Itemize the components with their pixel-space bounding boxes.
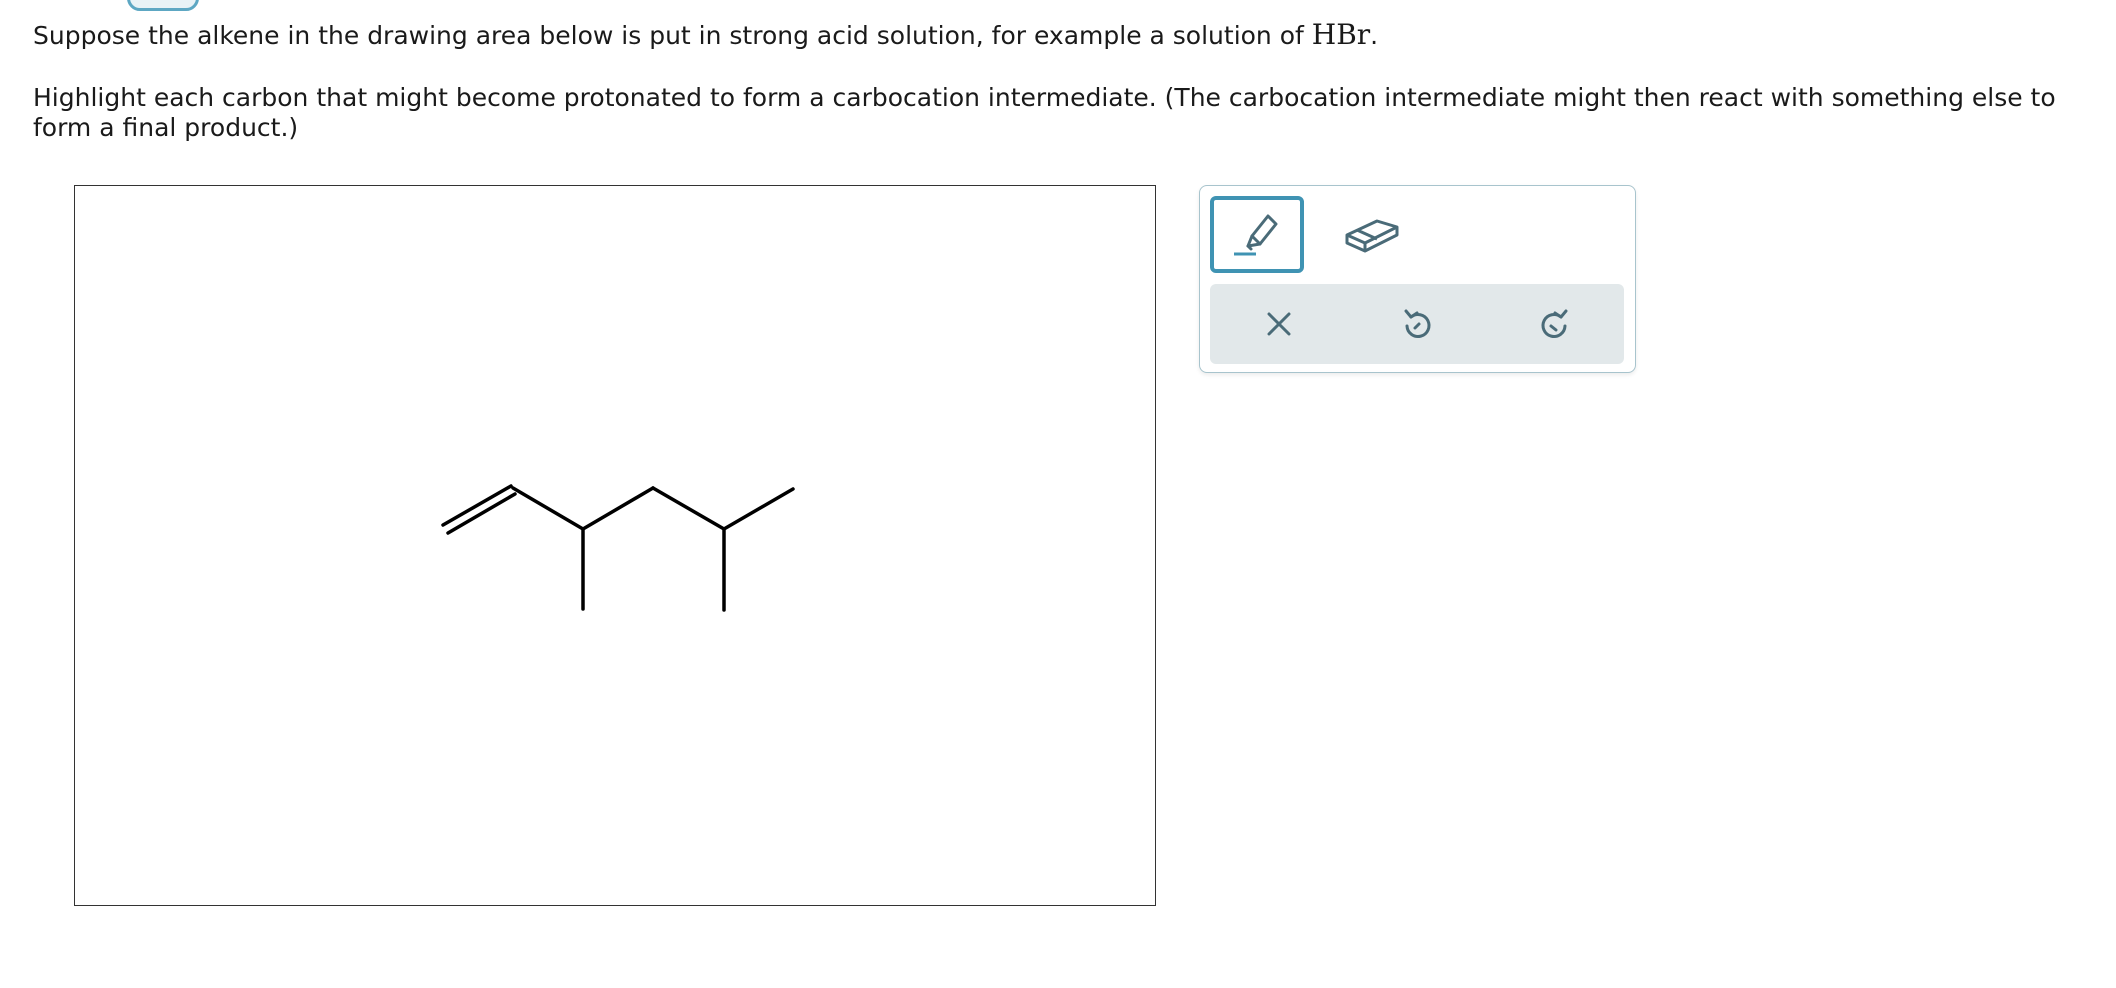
redo-icon [1541, 309, 1568, 338]
chemical-formula: HBr [1311, 18, 1371, 51]
carbon-atom-c5[interactable] [710, 515, 738, 543]
eraser-icon [1345, 219, 1399, 252]
prompt-line-1: Suppose the alkene in the drawing area b… [33, 20, 2093, 51]
undo-icon [1404, 309, 1431, 338]
carbon-atom-c6[interactable] [779, 475, 807, 503]
action-bar [1210, 284, 1624, 364]
prompt-line-1-end: . [1370, 21, 1379, 50]
top-tab-button[interactable] [127, 0, 199, 11]
redo-button[interactable] [1486, 284, 1624, 364]
molecule-structure [431, 474, 807, 624]
carbon-atom-c2[interactable] [499, 476, 527, 504]
prompt-line-1-text: Suppose the alkene in the drawing area b… [33, 21, 1312, 50]
question-prompt: Suppose the alkene in the drawing area b… [33, 20, 2093, 143]
clear-button[interactable] [1210, 284, 1348, 364]
highlighter-icon [1234, 214, 1278, 255]
carbon-atom-c3-methyl[interactable] [569, 595, 597, 623]
prompt-line-2: Highlight each carbon that might become … [33, 83, 2056, 142]
carbon-atom-c4[interactable] [639, 474, 667, 502]
carbon-atom-c1[interactable] [431, 515, 459, 543]
erase-tool-button[interactable] [1325, 196, 1419, 273]
highlight-tool-button[interactable] [1210, 196, 1304, 273]
carbon-atom-c5-methyl[interactable] [710, 596, 738, 624]
close-icon [1267, 312, 1291, 336]
carbon-atom-c3[interactable] [569, 515, 597, 543]
undo-button[interactable] [1348, 284, 1486, 364]
tool-palette [1199, 185, 1636, 373]
drawing-area[interactable] [74, 185, 1156, 906]
